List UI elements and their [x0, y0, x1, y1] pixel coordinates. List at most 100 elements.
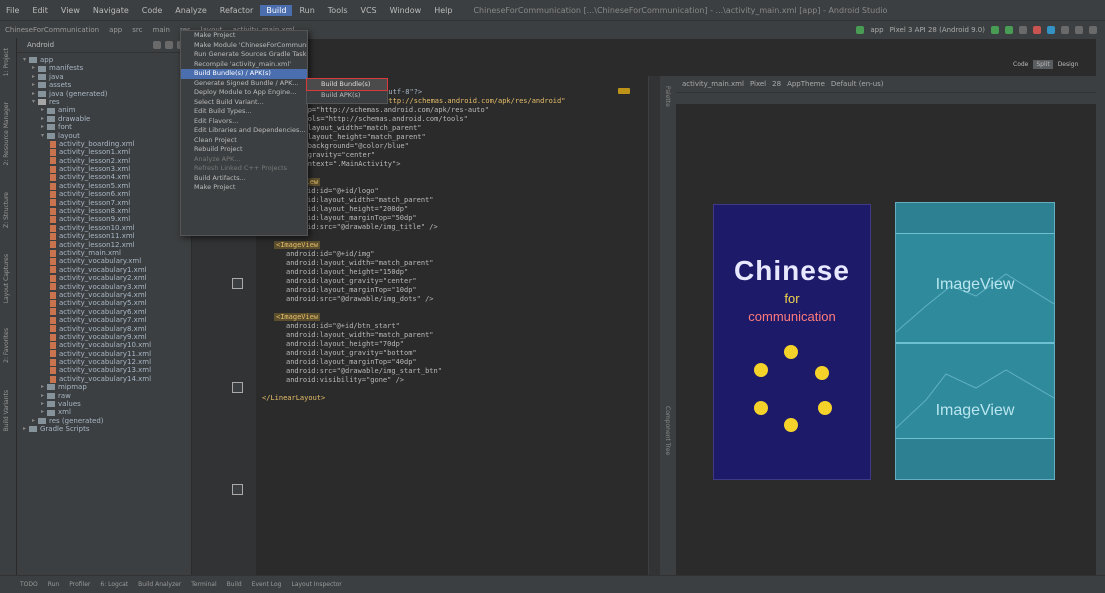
menu-edit[interactable]: Edit	[26, 5, 54, 16]
layout-file-item[interactable]: activity_vocabulary11.xml	[17, 350, 191, 358]
submenu-item[interactable]: Build Bundle(s)	[306, 78, 388, 91]
layout-file-item[interactable]: activity_boarding.xml	[17, 140, 191, 148]
tree-folder-item[interactable]: ▸ assets	[17, 81, 191, 89]
status-tool-tab[interactable]: Event Log	[252, 581, 282, 588]
left-tool-tab[interactable]: 1: Project	[3, 48, 12, 76]
build-menu-item[interactable]: Edit Flavors...	[181, 117, 307, 127]
tree-folder-item[interactable]: ▸ values	[17, 400, 191, 408]
left-tool-tab[interactable]: 2: Resource Manager	[3, 102, 12, 165]
build-menu-item[interactable]: Make Project	[181, 183, 307, 193]
debug-icon[interactable]	[1005, 26, 1013, 34]
layout-file-item[interactable]: activity_lesson4.xml	[17, 173, 191, 181]
breadcrumb-item[interactable]: app	[104, 26, 127, 34]
layout-file-item[interactable]: activity_vocabulary2.xml	[17, 274, 191, 282]
build-menu-item[interactable]: Edit Build Types...	[181, 107, 307, 117]
project-panel-header[interactable]: Android	[17, 38, 191, 53]
warning-icon[interactable]	[618, 88, 630, 94]
layout-file-item[interactable]: activity_vocabulary.xml	[17, 257, 191, 265]
layout-file-item[interactable]: activity_lesson1.xml	[17, 148, 191, 156]
tree-folder-item[interactable]: ▸ Gradle Scripts	[17, 425, 191, 433]
code-editor[interactable]: <?xml version="1.0" encoding="utf-8"?><L…	[256, 76, 660, 575]
build-menu-item[interactable]: Analyze APK...	[181, 155, 307, 165]
layout-file-item[interactable]: activity_vocabulary10.xml	[17, 341, 191, 349]
build-menu-item[interactable]: Build Bundle(s) / APK(s)	[181, 69, 307, 79]
design-toolbar-item[interactable]: Pixel	[750, 80, 766, 88]
collapse-icon[interactable]	[165, 41, 173, 49]
status-tool-tab[interactable]: Profiler	[69, 581, 90, 588]
menu-tools[interactable]: Tools	[322, 5, 354, 16]
build-menu-item[interactable]: Edit Libraries and Dependencies...	[181, 126, 307, 136]
blueprint-imageview[interactable]: ImageView	[896, 233, 1054, 343]
tree-folder-item[interactable]: ▸ xml	[17, 408, 191, 416]
layout-file-item[interactable]: activity_vocabulary1.xml	[17, 266, 191, 274]
view-mode-code[interactable]: Code	[1010, 60, 1031, 69]
breadcrumb-item[interactable]: src	[127, 26, 147, 34]
status-tool-tab[interactable]: 6: Logcat	[100, 581, 128, 588]
menu-window[interactable]: Window	[384, 5, 428, 16]
build-menu-item[interactable]: Generate Signed Bundle / APK...	[181, 79, 307, 89]
hammer-icon[interactable]	[856, 26, 865, 34]
left-tool-tab[interactable]: 2: Favorites	[3, 328, 12, 363]
image-preview-icon[interactable]	[232, 278, 243, 289]
blueprint-imageview[interactable]: ImageView	[896, 343, 1054, 439]
search-icon[interactable]	[1089, 26, 1097, 34]
run-config-select[interactable]: app	[870, 26, 883, 34]
project-view-select[interactable]: Android	[27, 41, 54, 49]
left-tool-tab[interactable]: Layout Captures	[3, 254, 12, 303]
menu-navigate[interactable]: Navigate	[87, 5, 135, 16]
run-icon[interactable]	[991, 26, 999, 34]
sync-icon[interactable]	[1047, 26, 1055, 34]
left-tool-tab[interactable]: Build Variants	[3, 390, 12, 431]
layout-file-item[interactable]: activity_vocabulary13.xml	[17, 366, 191, 374]
tree-folder-item[interactable]: ▾ res	[17, 98, 191, 106]
status-tool-tab[interactable]: Run	[48, 581, 60, 588]
menu-analyze[interactable]: Analyze	[169, 5, 213, 16]
build-menu-item[interactable]: Make Project	[181, 31, 307, 41]
layout-file-item[interactable]: activity_lesson7.xml	[17, 199, 191, 207]
layout-file-item[interactable]: activity_lesson10.xml	[17, 224, 191, 232]
view-mode-design[interactable]: Design	[1055, 60, 1082, 69]
tree-folder-item[interactable]: ▸ manifests	[17, 64, 191, 72]
layout-file-item[interactable]: activity_lesson2.xml	[17, 157, 191, 165]
submenu-item[interactable]: Build APK(s)	[307, 90, 387, 101]
layout-file-item[interactable]: activity_lesson12.xml	[17, 241, 191, 249]
layout-file-item[interactable]: activity_lesson5.xml	[17, 182, 191, 190]
build-menu-item[interactable]: Clean Project	[181, 136, 307, 146]
globe-icon[interactable]	[153, 41, 161, 49]
image-preview-icon[interactable]	[232, 484, 243, 495]
tree-folder-item[interactable]: ▸ anim	[17, 106, 191, 114]
status-tool-tab[interactable]: Layout Inspector	[291, 581, 341, 588]
component-tree-tab[interactable]: Component Tree	[664, 406, 671, 455]
tree-folder-item[interactable]: ▸ drawable	[17, 115, 191, 123]
layout-file-item[interactable]: activity_vocabulary5.xml	[17, 299, 191, 307]
tree-folder-item[interactable]: ▸ java (generated)	[17, 90, 191, 98]
tree-folder-item[interactable]: ▾ layout	[17, 132, 191, 140]
design-toolbar-item[interactable]: 28	[772, 80, 781, 88]
menu-vcs[interactable]: VCS	[355, 5, 383, 16]
device-select[interactable]: Pixel 3 API 28 (Android 9.0)	[890, 26, 985, 34]
layout-file-item[interactable]: activity_vocabulary12.xml	[17, 358, 191, 366]
sdk-manager-icon[interactable]	[1075, 26, 1083, 34]
menu-view[interactable]: View	[55, 5, 86, 16]
layout-file-item[interactable]: activity_lesson11.xml	[17, 232, 191, 240]
blueprint-preview[interactable]: ImageView ImageView	[895, 202, 1055, 480]
design-toolbar-item[interactable]: Default (en-us)	[831, 80, 884, 88]
build-menu-item[interactable]: Deploy Module to App Engine...	[181, 88, 307, 98]
palette-tab[interactable]: Palette	[664, 86, 671, 107]
menu-code[interactable]: Code	[136, 5, 168, 16]
split-divider[interactable]: Palette Component Tree	[660, 76, 676, 575]
layout-file-item[interactable]: activity_lesson9.xml	[17, 215, 191, 223]
layout-file-item[interactable]: activity_vocabulary3.xml	[17, 283, 191, 291]
status-tool-tab[interactable]: Build	[227, 581, 242, 588]
design-toolbar-item[interactable]: activity_main.xml	[682, 80, 744, 88]
menu-file[interactable]: File	[0, 5, 25, 16]
avd-manager-icon[interactable]	[1061, 26, 1069, 34]
layout-file-item[interactable]: activity_lesson8.xml	[17, 207, 191, 215]
tree-folder-item[interactable]: ▸ java	[17, 73, 191, 81]
tree-folder-item[interactable]: ▸ font	[17, 123, 191, 131]
layout-file-item[interactable]: activity_vocabulary14.xml	[17, 375, 191, 383]
layout-file-item[interactable]: activity_vocabulary6.xml	[17, 308, 191, 316]
layout-file-item[interactable]: activity_lesson3.xml	[17, 165, 191, 173]
design-preview[interactable]: Chinese for communication	[713, 204, 871, 480]
tree-folder-item[interactable]: ▾ app	[17, 56, 191, 64]
